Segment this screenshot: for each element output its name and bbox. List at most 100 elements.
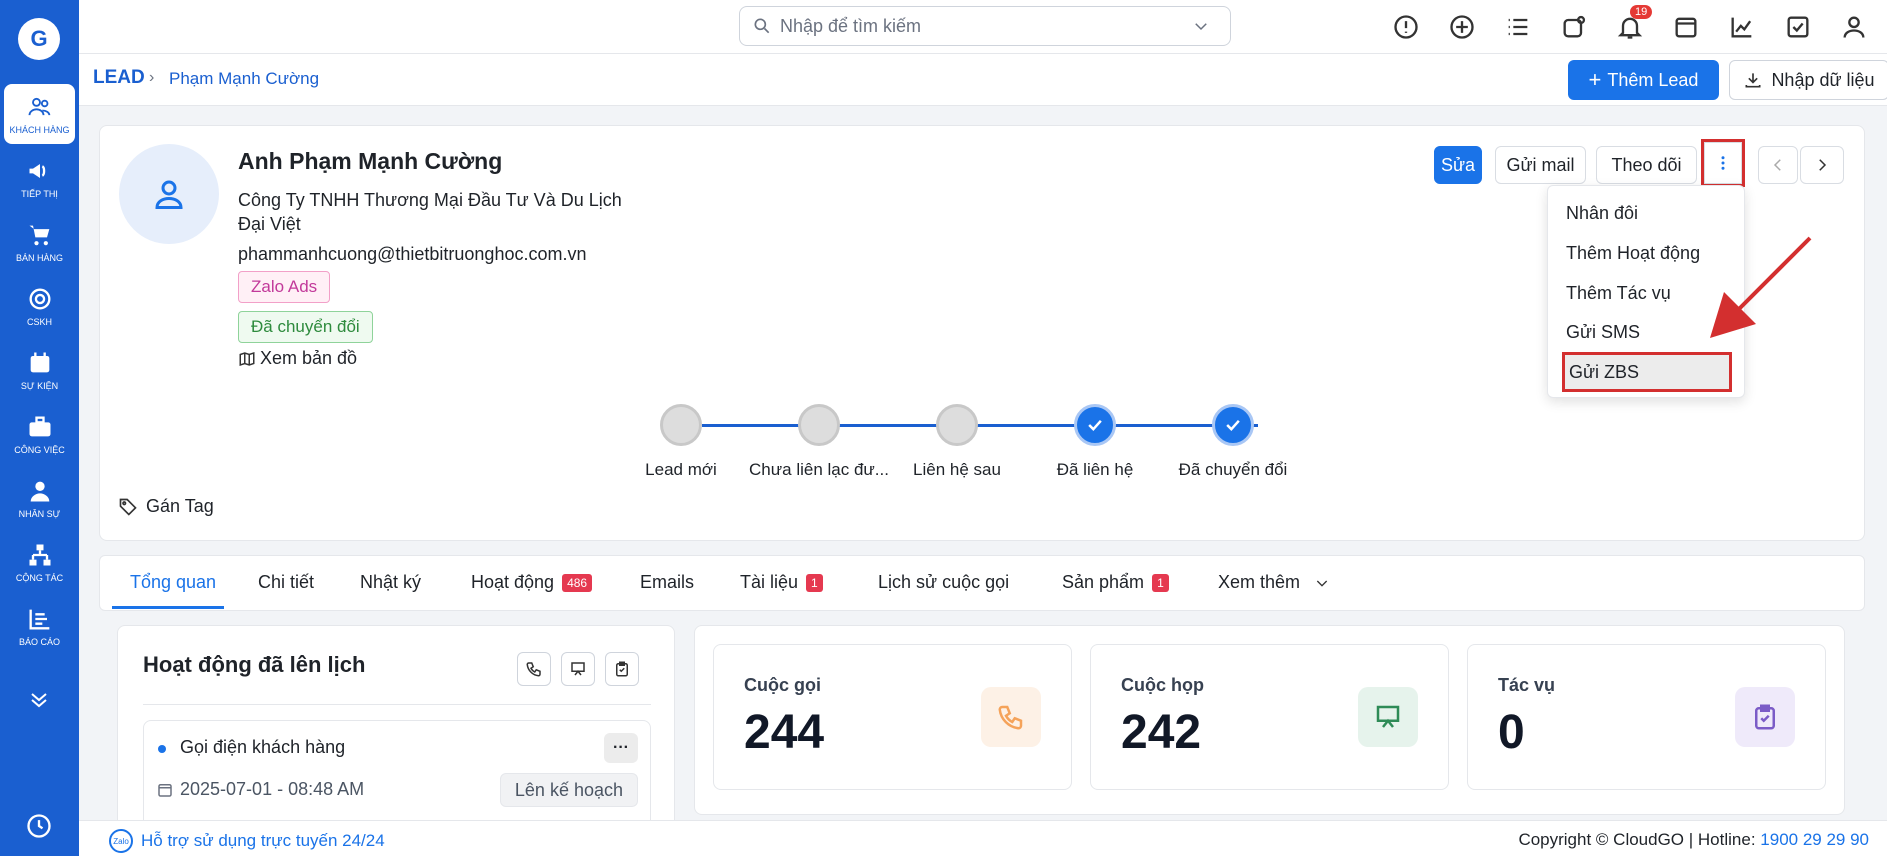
open-window-icon[interactable] <box>1560 13 1588 41</box>
user-icon[interactable] <box>1840 13 1868 41</box>
breadcrumb-bar: LEAD › Phạm Mạnh Cường + Thêm Lead Nhập … <box>79 54 1887 106</box>
menu-item-send-sms[interactable]: Gửi SMS <box>1566 322 1640 343</box>
search-icon <box>754 18 770 34</box>
search-input[interactable]: Nhập để tìm kiếm <box>780 16 921 37</box>
breadcrumb-module[interactable]: LEAD <box>93 67 145 89</box>
tab-see-more[interactable]: Xem thêm <box>1218 572 1330 593</box>
cart-icon <box>29 225 49 246</box>
megaphone-icon <box>29 164 45 178</box>
tab-call-history[interactable]: Lịch sử cuộc gọi <box>878 572 1009 593</box>
menu-item-add-task[interactable]: Thêm Tác vụ <box>1566 283 1671 304</box>
cloudgo-logo[interactable]: G <box>18 18 60 60</box>
lead-name: Anh Phạm Mạnh Cường <box>238 148 503 174</box>
sidebar-label: BÁO CÁO <box>18 637 60 647</box>
activity-status-button[interactable]: Lên kế hoạch <box>499 773 638 807</box>
sidebar-label: NHÂN SỰ <box>18 509 61 519</box>
view-map-link[interactable]: Xem bản đồ <box>238 348 357 369</box>
sidebar-item-ban-hang[interactable]: BÁN HÀNG <box>4 212 75 272</box>
more-options-button[interactable] <box>1701 139 1745 187</box>
tab-overview[interactable]: Tổng quan <box>130 572 216 593</box>
stage-step[interactable] <box>936 404 978 446</box>
avatar <box>119 144 219 244</box>
add-lead-button[interactable]: + Thêm Lead <box>1568 60 1719 100</box>
sidebar: G KHÁCH HÀNG TIẾP THỊ BÁN HÀNG CSKH SỰ K… <box>0 0 79 856</box>
send-mail-button[interactable]: Gửi mail <box>1495 146 1586 184</box>
stage-step-done[interactable] <box>1212 404 1254 446</box>
import-data-button[interactable]: Nhập dữ liệu <box>1729 60 1887 100</box>
presentation-icon <box>571 662 585 676</box>
check-icon <box>1088 419 1102 431</box>
copyright: Copyright © CloudGO | Hotline: 1900 29 2… <box>1518 830 1869 849</box>
sidebar-item-cong-viec[interactable]: CÔNG VIỆC <box>4 404 75 464</box>
edit-button[interactable]: Sửa <box>1434 146 1482 184</box>
history-icon[interactable] <box>25 812 53 840</box>
stage-label: Đã chuyển đổi <box>1178 460 1288 479</box>
report-icon <box>29 609 49 630</box>
search-box[interactable]: Nhập để tìm kiếm <box>739 6 1231 46</box>
lead-company: Công Ty TNHH Thương Mại Đầu Tư Và Du Lịc… <box>238 190 622 234</box>
sidebar-label: BÁN HÀNG <box>15 253 63 263</box>
stat-card-tasks: Tác vụ 0 <box>1467 644 1826 790</box>
stat-value: 244 <box>744 706 825 759</box>
list-icon[interactable] <box>1504 13 1532 41</box>
calendar-icon <box>30 352 49 373</box>
lead-email[interactable]: phammanhcuong@thietbitruonghoc.com.vn <box>238 244 586 265</box>
footer: Zalo Hỗ trợ sử dụng trực tuyến 24/24 Cop… <box>79 820 1887 856</box>
add-task-button[interactable] <box>605 652 639 686</box>
sidebar-item-tiep-thi[interactable]: TIẾP THỊ <box>4 148 75 208</box>
source-tag: Zalo Ads <box>238 271 331 303</box>
previous-button[interactable] <box>1758 146 1798 184</box>
breadcrumb-current[interactable]: Phạm Mạnh Cường <box>169 69 319 89</box>
sidebar-item-bao-cao[interactable]: BÁO CÁO <box>4 596 75 656</box>
clipboard-check-icon <box>1735 687 1795 747</box>
activity-datetime: 2025-07-01 - 08:48 AM <box>156 779 364 800</box>
zalo-icon: Zalo <box>109 829 133 853</box>
more-options-menu: Nhân đôi Thêm Hoạt động Thêm Tác vụ Gửi … <box>1547 185 1745 398</box>
checkbox-icon[interactable] <box>1784 13 1812 41</box>
stage-label: Chưa liên lạc đư... <box>749 460 889 479</box>
stats-panel: Cuộc gọi 244 Cuộc họp 242 Tác vụ 0 <box>694 625 1845 815</box>
sidebar-item-su-kien[interactable]: SỰ KIỆN <box>4 340 75 400</box>
phone-icon <box>526 662 541 677</box>
phone-icon <box>981 687 1041 747</box>
tab-bar: Tổng quan Chi tiết Nhật ký Hoạt động 486 … <box>99 555 1865 611</box>
add-call-button[interactable] <box>517 652 551 686</box>
sidebar-label: CỘNG TÁC <box>15 573 64 583</box>
notification-badge: 19 <box>1630 5 1653 19</box>
menu-item-duplicate[interactable]: Nhân đôi <box>1566 203 1638 224</box>
stage-step[interactable] <box>798 404 840 446</box>
stage-step[interactable] <box>660 404 702 446</box>
add-meeting-button[interactable] <box>561 652 595 686</box>
alert-icon[interactable] <box>1392 13 1420 41</box>
add-circle-icon[interactable] <box>1448 13 1476 41</box>
zalo-support-link[interactable]: Zalo Hỗ trợ sử dụng trực tuyến 24/24 <box>109 829 385 853</box>
stage-step-done[interactable] <box>1074 404 1116 446</box>
tab-details[interactable]: Chi tiết <box>258 572 314 593</box>
follow-button[interactable]: Theo dõi <box>1596 146 1697 184</box>
tab-documents[interactable]: Tài liệu 1 <box>740 572 823 593</box>
calendar-icon[interactable] <box>1672 13 1700 41</box>
sidebar-label: CSKH <box>26 317 52 327</box>
chart-line-icon[interactable] <box>1728 13 1756 41</box>
map-icon <box>239 351 255 366</box>
stat-label: Cuộc gọi <box>744 675 821 695</box>
chevron-right-icon: › <box>149 69 155 86</box>
tab-emails[interactable]: Emails <box>640 572 694 593</box>
expand-more-icon[interactable] <box>27 688 51 712</box>
sidebar-item-cong-tac[interactable]: CỘNG TÁC <box>4 532 75 592</box>
activity-more-button[interactable]: ··· <box>604 733 638 763</box>
sidebar-item-khach-hang[interactable]: KHÁCH HÀNG <box>4 84 75 144</box>
presentation-icon <box>1358 687 1418 747</box>
chevron-down-icon[interactable] <box>1192 17 1210 35</box>
menu-item-send-zbs[interactable]: Gửi ZBS <box>1562 352 1732 392</box>
tab-activities[interactable]: Hoạt động 486 <box>471 572 593 593</box>
clipboard-check-icon <box>616 661 628 677</box>
tab-log[interactable]: Nhật ký <box>360 572 421 593</box>
tab-products[interactable]: Sản phẩm 1 <box>1062 572 1169 593</box>
sidebar-item-nhan-su[interactable]: NHÂN SỰ <box>4 468 75 528</box>
hotline-link[interactable]: 1900 29 29 90 <box>1760 830 1869 849</box>
sidebar-item-cskh[interactable]: CSKH <box>4 276 75 336</box>
next-button[interactable] <box>1800 146 1844 184</box>
menu-item-add-activity[interactable]: Thêm Hoạt động <box>1566 243 1700 264</box>
assign-tag-button[interactable]: Gán Tag <box>118 496 214 517</box>
